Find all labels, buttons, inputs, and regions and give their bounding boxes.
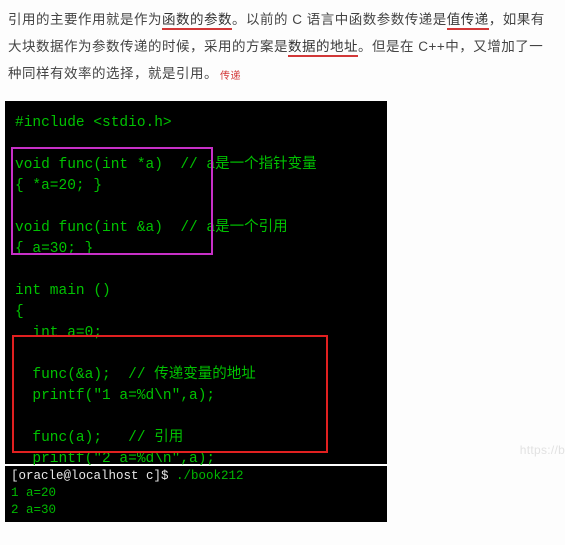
highlight-box-pointer-ref [11,147,213,255]
code-line: printf("2 a=%d\n",a); [15,451,215,467]
code-block: #include <stdio.h> void func(int *a) // … [5,101,387,464]
terminal-output: [oracle@localhost c]$ ./book212 1 a=20 2… [5,466,387,522]
terminal-out-line: 1 a=20 [11,486,56,500]
terminal-cmd: ./book212 [176,469,244,483]
code-line: int main () [15,283,111,299]
para-text: 引用的主要作用就是作为 [8,12,162,27]
para-underline-1: 函数的参数 [162,12,232,30]
terminal-out-line: 2 a=30 [11,503,56,517]
intro-paragraph: 引用的主要作用就是作为函数的参数。以前的 C 语言中函数参数传递是值传递，如果有… [0,0,565,95]
watermark-text: https://blog.csdn.net/weixin_43435675 [520,443,565,457]
para-underline-2: 值传递 [447,12,489,30]
para-text: 。以前的 C 语言中函数参数传递是 [232,12,447,27]
highlight-box-calls [12,335,328,453]
para-small-tag: 传递 [220,71,241,82]
code-line: { [15,304,24,320]
para-underline-3: 数据的地址 [288,39,358,57]
terminal-prompt: [oracle@localhost c]$ [11,469,176,483]
code-line: #include <stdio.h> [15,115,172,131]
code-wrapper: #include <stdio.h> void func(int *a) // … [0,101,565,464]
